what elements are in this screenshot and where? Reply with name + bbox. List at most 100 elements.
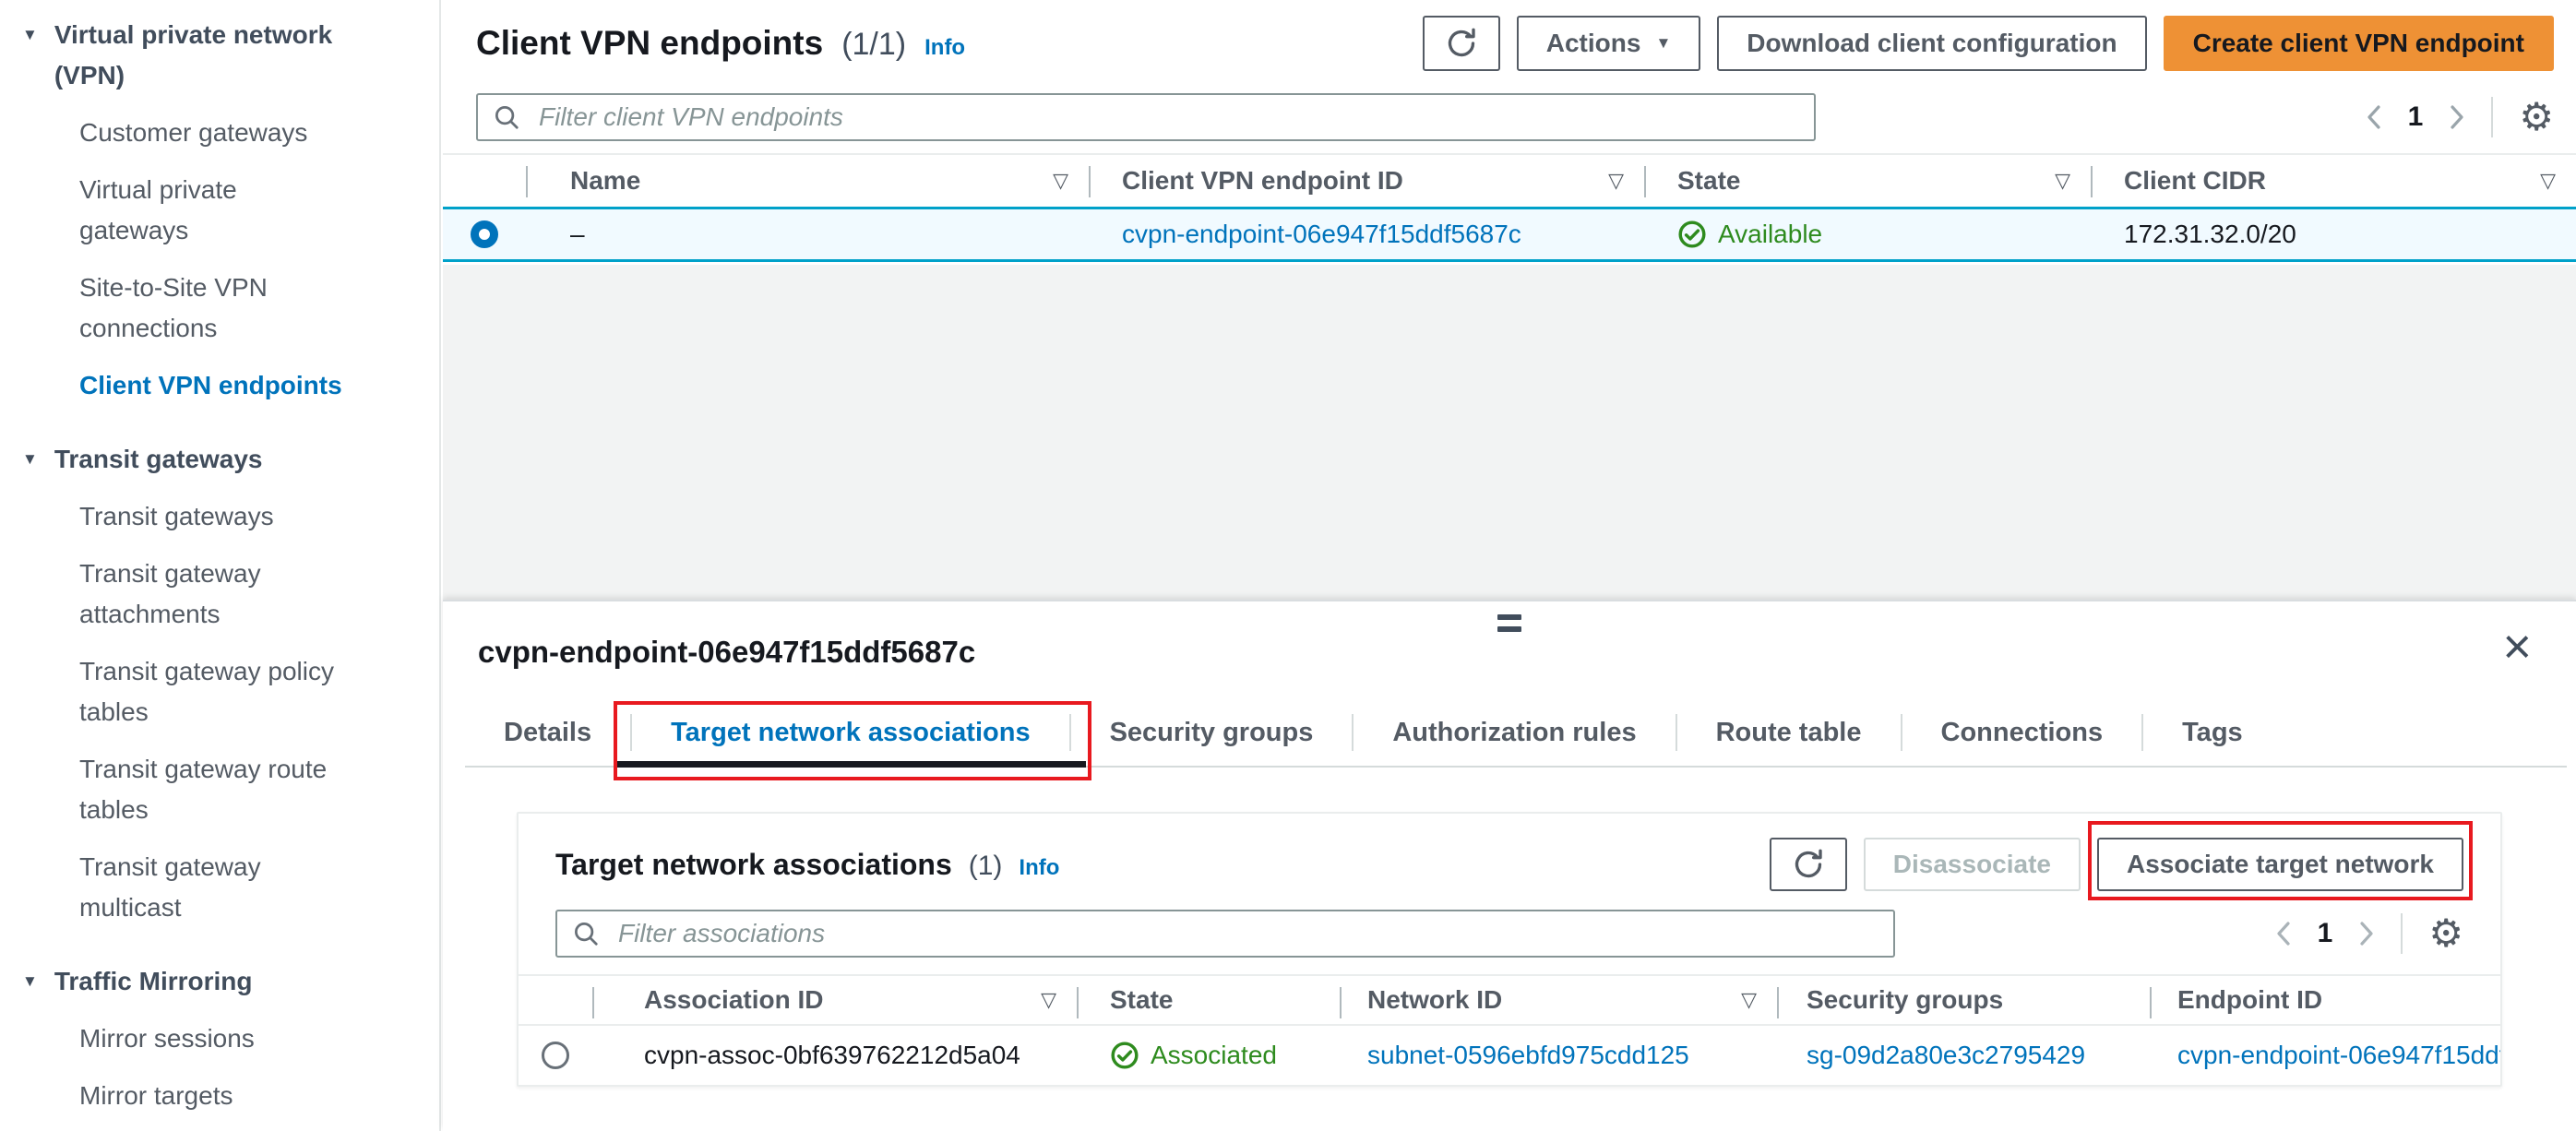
page-title-count: (1/1) <box>841 27 907 62</box>
sidebar-item-site-to-site-vpn-connections[interactable]: Site-to-Site VPN connections <box>22 268 351 349</box>
associations-filter-input[interactable] <box>555 910 1895 958</box>
endpoint-id-link[interactable]: cvpn-endpoint-06e947f15ddf5687c <box>1122 220 1521 249</box>
next-page-icon[interactable] <box>2449 103 2465 131</box>
sidebar-item-client-vpn-endpoints[interactable]: Client VPN endpoints <box>22 365 351 406</box>
previous-page-icon[interactable] <box>2275 920 2292 947</box>
split-panel: × cvpn-endpoint-06e947f15ddf5687c Detail… <box>443 600 2576 1131</box>
select-all-column <box>519 976 592 1024</box>
column-header-endpoint-id[interactable]: Endpoint ID <box>2150 976 2500 1024</box>
sidebar-item-virtual-private-gateways[interactable]: Virtual private gateways <box>22 170 351 251</box>
network-id-link[interactable]: subnet-0596ebfd975cdd125 <box>1367 1041 1689 1070</box>
main-content: Client VPN endpoints (1/1) Info Actions … <box>443 0 2576 1131</box>
sort-icon: ▽ <box>1053 169 1068 192</box>
section-title: Traffic Mirroring <box>54 967 253 995</box>
column-header-security-groups[interactable]: Security groups <box>1777 976 2150 1024</box>
sidebar-item-mirror-targets[interactable]: Mirror targets <box>22 1076 351 1116</box>
sort-icon: ▽ <box>1608 169 1624 192</box>
tab-security-groups[interactable]: Security groups <box>1071 699 1353 766</box>
create-button-label: Create client VPN endpoint <box>2192 29 2524 57</box>
gear-icon[interactable]: ⚙ <box>2428 914 2463 953</box>
security-group-link[interactable]: sg-09d2a80e3c2795429 <box>1807 1041 2085 1070</box>
sidebar-item-transit-gateway-policy-tables[interactable]: Transit gateway policy tables <box>22 651 351 732</box>
create-client-vpn-endpoint-button[interactable]: Create client VPN endpoint <box>2163 16 2554 71</box>
column-header-name[interactable]: Name ▽ <box>526 155 1089 207</box>
column-header-state[interactable]: State ▽ <box>1644 155 2091 207</box>
tab-target-network-associations[interactable]: Target network associations <box>614 699 1091 780</box>
sidebar-item-customer-gateways[interactable]: Customer gateways <box>22 113 351 153</box>
table-row-selected[interactable]: – cvpn-endpoint-06e947f15ddf5687c Availa… <box>443 207 2576 262</box>
sidebar-section-transit-header[interactable]: ▼ Transit gateways <box>22 439 421 480</box>
info-link[interactable]: Info <box>1019 855 1059 881</box>
tab-details[interactable]: Details <box>465 699 630 766</box>
sidebar-item-mirror-sessions[interactable]: Mirror sessions <box>22 1018 351 1059</box>
section-title: Transit gateways <box>54 445 263 473</box>
column-header-client-cidr[interactable]: Client CIDR ▽ <box>2091 155 2576 207</box>
section-collapse-icon: ▼ <box>22 972 38 990</box>
sidebar-item-transit-gateway-route-tables[interactable]: Transit gateway route tables <box>22 749 351 830</box>
panel-title: cvpn-endpoint-06e947f15ddf5687c <box>478 635 976 669</box>
sidebar-item-transit-gateway-attachments[interactable]: Transit gateway attachments <box>22 554 351 635</box>
associations-pagination: 1 ⚙ <box>2275 913 2463 954</box>
panel-tabs: Details Target network associations Secu… <box>465 699 2567 780</box>
refresh-icon <box>1448 28 1475 57</box>
sidebar-section-vpn-header[interactable]: ▼ Virtual private network (VPN) <box>22 15 421 96</box>
chevron-down-icon: ▼ <box>1655 34 1672 52</box>
row-select-radio[interactable] <box>542 1042 569 1069</box>
sidebar-item-transit-gateways[interactable]: Transit gateways <box>22 496 351 537</box>
column-label: Security groups <box>1807 985 2004 1014</box>
row-select-radio[interactable] <box>471 220 498 248</box>
table-empty-area <box>443 265 2576 600</box>
card-title-count: (1) <box>968 850 1003 881</box>
tab-authorization-rules[interactable]: Authorization rules <box>1354 699 1675 766</box>
page-title: Client VPN endpoints <box>476 24 824 62</box>
sort-icon: ▽ <box>2540 169 2556 192</box>
actions-button-label: Actions <box>1545 29 1641 57</box>
associate-button-label: Associate target network <box>2127 850 2434 878</box>
search-icon <box>493 103 520 136</box>
section-collapse-icon: ▼ <box>22 26 38 43</box>
card-header: Target network associations (1) Info Dis… <box>519 814 2500 906</box>
status-text: Associated <box>1151 1041 1277 1069</box>
info-link[interactable]: Info <box>924 35 965 61</box>
column-header-state[interactable]: State <box>1077 976 1340 1024</box>
tab-connections[interactable]: Connections <box>1902 699 2142 766</box>
panel-drag-handle[interactable] <box>1497 614 1521 632</box>
refresh-button[interactable] <box>1422 16 1500 71</box>
endpoints-filter-input[interactable] <box>476 93 1816 141</box>
sidebar-section-traffic-header[interactable]: ▼ Traffic Mirroring <box>22 961 421 1002</box>
page-header: Client VPN endpoints (1/1) Info Actions … <box>476 11 2554 76</box>
column-label: Network ID <box>1367 985 1503 1014</box>
cell-client-cidr: 172.31.32.0/20 <box>2124 220 2296 248</box>
current-page-number[interactable]: 1 <box>2318 918 2333 949</box>
column-label: Client VPN endpoint ID <box>1122 166 1403 195</box>
sidebar-item-transit-gateway-multicast[interactable]: Transit gateway multicast <box>22 847 351 928</box>
column-label: Endpoint ID <box>2177 985 2323 1014</box>
toolbar-divider <box>2491 97 2494 137</box>
associate-target-network-button[interactable]: Associate target network <box>2097 838 2463 891</box>
sort-icon: ▽ <box>2055 169 2070 192</box>
section-title: Virtual private network (VPN) <box>54 20 333 89</box>
tab-route-table[interactable]: Route table <box>1677 699 1901 766</box>
actions-button[interactable]: Actions ▼ <box>1516 16 1701 71</box>
sidebar-section-transit-gateways: ▼ Transit gateways Transit gateways Tran… <box>22 439 421 928</box>
endpoint-id-link[interactable]: cvpn-endpoint-06e947f15ddf5687c <box>2177 1041 2500 1070</box>
column-header-network-id[interactable]: Network ID ▽ <box>1340 976 1777 1024</box>
disassociate-button[interactable]: Disassociate <box>1863 838 2081 891</box>
close-icon[interactable]: × <box>2502 622 2532 672</box>
refresh-button[interactable] <box>1769 838 1847 891</box>
column-header-association-id[interactable]: Association ID ▽ <box>592 976 1077 1024</box>
associations-table-header: Association ID ▽ State Network ID ▽ Secu… <box>519 974 2500 1026</box>
next-page-icon[interactable] <box>2358 920 2375 947</box>
download-client-configuration-button[interactable]: Download client configuration <box>1717 16 2147 71</box>
endpoints-filter <box>476 93 1816 141</box>
status-badge: Associated <box>1110 1041 1277 1070</box>
table-row[interactable]: cvpn-assoc-0bf639762212d5a04 Associated … <box>519 1026 2500 1085</box>
current-page-number[interactable]: 1 <box>2408 101 2424 133</box>
previous-page-icon[interactable] <box>2366 103 2382 131</box>
gear-icon[interactable]: ⚙ <box>2519 98 2554 137</box>
column-header-endpoint-id[interactable]: Client VPN endpoint ID ▽ <box>1089 155 1644 207</box>
section-collapse-icon: ▼ <box>22 450 38 468</box>
target-network-associations-card: Target network associations (1) Info Dis… <box>517 812 2502 1087</box>
tab-tags[interactable]: Tags <box>2143 699 2282 766</box>
endpoints-table: Name ▽ Client VPN endpoint ID ▽ State ▽ … <box>443 153 2576 262</box>
